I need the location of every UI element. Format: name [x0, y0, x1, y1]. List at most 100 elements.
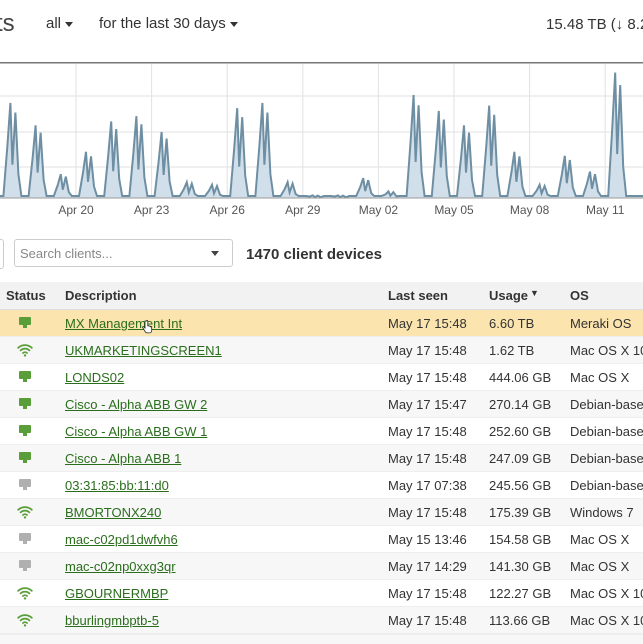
- usage-cell: 113.66 GB: [489, 613, 551, 628]
- period-dropdown[interactable]: for the last 30 days: [99, 15, 238, 32]
- usage-cell: 270.14 GB: [489, 397, 552, 412]
- os-cell: Debian-based: [570, 424, 643, 439]
- ethernet-port-icon: [19, 371, 31, 383]
- last-seen-cell: May 17 15:48: [388, 343, 467, 358]
- last-seen-cell: May 17 15:48: [388, 505, 467, 520]
- table-row[interactable]: MX Management Int May 17 15:48 6.60 TB Mera…: [0, 310, 643, 337]
- chart-x-tick-label: May 08: [510, 203, 550, 217]
- wifi-icon: [17, 614, 33, 627]
- os-cell: Mac OS X 10: [570, 613, 643, 628]
- policy-dropdown-partial[interactable]: [0, 239, 4, 269]
- os-cell: Mac OS X: [570, 559, 630, 574]
- client-description-link[interactable]: MX Management Int: [65, 316, 182, 331]
- client-description-link[interactable]: GBOURNERMBP: [65, 586, 168, 601]
- usage-cell: 444.06 GB: [489, 370, 552, 385]
- client-description-link[interactable]: UKMARKETINGSCREEN1: [65, 343, 222, 358]
- search-input[interactable]: [20, 245, 200, 261]
- status-indicator: [17, 342, 33, 358]
- chart-x-tick-label: Apr 23: [134, 203, 170, 217]
- hand-cursor-icon: [142, 320, 153, 334]
- os-cell: Debian-based: [570, 478, 643, 493]
- client-description-link[interactable]: BMORTONX240: [65, 505, 161, 520]
- client-description-link[interactable]: Cisco - Alpha ABB 1: [65, 451, 181, 466]
- client-description-link[interactable]: mac-c02pd1dwfvh6: [65, 532, 178, 547]
- status-indicator: [17, 531, 33, 547]
- status-indicator: [17, 369, 33, 385]
- status-indicator: [17, 585, 33, 601]
- page-title: ts: [0, 10, 15, 37]
- last-seen-cell: May 17 15:48: [388, 316, 467, 331]
- table-row[interactable]: mac-c02pd1dwfvh6 May 15 13:46 154.58 GB Mac…: [0, 526, 643, 553]
- os-cell: Debian-based: [570, 397, 643, 412]
- column-header-last-seen[interactable]: Last seen: [388, 288, 448, 303]
- ethernet-port-icon: [19, 452, 31, 464]
- status-indicator: [17, 450, 33, 466]
- search-clients-box[interactable]: [14, 239, 233, 267]
- last-seen-cell: May 17 14:29: [388, 559, 467, 574]
- usage-cell: 252.60 GB: [489, 424, 552, 439]
- client-description-link[interactable]: LONDS02: [65, 370, 124, 385]
- status-indicator: [17, 315, 33, 331]
- table-row[interactable]: Cisco - Alpha ABB GW 1 May 17 15:48 252.60…: [0, 418, 643, 445]
- os-cell: Meraki OS: [570, 316, 632, 331]
- ethernet-port-icon: [19, 479, 31, 491]
- table-row[interactable]: LONDS02 May 17 15:48 444.06 GB Mac OS X: [0, 364, 643, 391]
- table-row[interactable]: UKMARKETINGSCREEN1 May 17 15:48 1.62 TB Mac…: [0, 337, 643, 364]
- usage-cell: 175.39 GB: [489, 505, 552, 520]
- last-seen-cell: May 17 15:48: [388, 370, 467, 385]
- last-seen-cell: May 15 13:46: [388, 532, 467, 547]
- table-row[interactable]: Cisco - Alpha ABB 1 May 17 15:48 247.09 GB…: [0, 445, 643, 472]
- top-bar: ts all for the last 30 days 15.48 TB (↓ …: [0, 0, 643, 50]
- status-indicator: [17, 612, 33, 628]
- os-cell: Debian-based: [570, 451, 643, 466]
- last-seen-cell: May 17 15:48: [388, 424, 467, 439]
- client-description-link[interactable]: bburlingmbptb-5: [65, 613, 159, 628]
- os-cell: Mac OS X: [570, 370, 630, 385]
- table-row[interactable]: 03:31:85:bb:11:d0 May 17 07:38 245.56 GB De…: [0, 472, 643, 499]
- last-seen-cell: May 17 07:38: [388, 478, 467, 493]
- chart-background: [0, 62, 643, 199]
- wifi-icon: [17, 344, 33, 357]
- chevron-down-icon: [229, 21, 238, 27]
- column-header-status[interactable]: Status: [6, 288, 46, 303]
- table-row[interactable]: BMORTONX240 May 17 15:48 175.39 GB Windows …: [0, 499, 643, 526]
- column-header-os[interactable]: OS: [570, 288, 589, 303]
- filter-dropdown[interactable]: all: [46, 15, 74, 32]
- client-table-body: MX Management Int May 17 15:48 6.60 TB Mera…: [0, 310, 643, 634]
- last-seen-cell: May 17 15:48: [388, 451, 467, 466]
- chart-x-tick-label: May 02: [359, 203, 399, 217]
- table-row[interactable]: bburlingmbptb-5 May 17 15:48 113.66 GB Mac …: [0, 607, 643, 634]
- chevron-down-icon[interactable]: [211, 251, 219, 256]
- wifi-icon: [17, 506, 33, 519]
- client-description-link[interactable]: 03:31:85:bb:11:d0: [65, 478, 169, 493]
- status-indicator: [17, 396, 33, 412]
- chart-x-tick-label: Apr 20: [58, 203, 94, 217]
- usage-chart-svg: Apr 20 Apr 23 Apr 26 Apr 29 May 02 May 05 May …: [0, 62, 643, 217]
- usage-cell: 6.60 TB: [489, 316, 535, 331]
- device-count: 1470 client devices: [246, 246, 382, 263]
- status-indicator: [17, 423, 33, 439]
- ethernet-port-icon: [19, 317, 31, 329]
- last-seen-cell: May 17 15:47: [388, 397, 467, 412]
- client-description-link[interactable]: Cisco - Alpha ABB GW 2: [65, 397, 207, 412]
- usage-cell: 1.62 TB: [489, 343, 535, 358]
- os-cell: Mac OS X 10: [570, 343, 643, 358]
- chart-x-tick-label: Apr 29: [285, 203, 321, 217]
- table-row[interactable]: GBOURNERMBP May 17 15:48 122.27 GB Mac OS X…: [0, 580, 643, 607]
- table-header: Status Description Last seen Usage ▼ OS: [0, 282, 643, 310]
- client-description-link[interactable]: mac-c02np0xxg3qr: [65, 559, 176, 574]
- usage-cell: 245.56 GB: [489, 478, 552, 493]
- table-row[interactable]: Cisco - Alpha ABB GW 2 May 17 15:47 270.14…: [0, 391, 643, 418]
- os-cell: Mac OS X: [570, 532, 630, 547]
- column-header-usage[interactable]: Usage ▼: [489, 288, 539, 303]
- usage-cell: 122.27 GB: [489, 586, 552, 601]
- usage-cell: 141.30 GB: [489, 559, 552, 574]
- chevron-down-icon: [65, 21, 74, 27]
- period-dropdown-label: for the last 30 days: [99, 15, 226, 32]
- client-description-link[interactable]: Cisco - Alpha ABB GW 1: [65, 424, 207, 439]
- table-row[interactable]: mac-c02np0xxg3qr May 17 14:29 141.30 GB Mac…: [0, 553, 643, 580]
- wifi-icon: [17, 587, 33, 600]
- last-seen-cell: May 17 15:48: [388, 613, 467, 628]
- column-header-description[interactable]: Description: [65, 288, 137, 303]
- ethernet-port-icon: [19, 560, 31, 572]
